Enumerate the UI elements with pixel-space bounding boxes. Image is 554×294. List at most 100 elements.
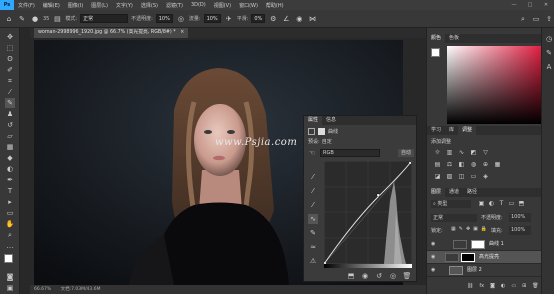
hand-icon[interactable]: ✋ — [5, 219, 15, 229]
opacity-input[interactable]: 10% — [155, 14, 173, 23]
exposure-icon[interactable]: ◩ — [469, 148, 478, 157]
lasso-icon[interactable]: ʘ — [5, 54, 15, 64]
tab-color[interactable]: 颜色 — [427, 34, 446, 43]
sample-gray-icon[interactable]: ⁄ — [308, 186, 318, 196]
symmetry-icon[interactable]: ⋈ — [307, 14, 317, 24]
pen-icon[interactable]: ✒ — [5, 175, 15, 185]
angle-icon[interactable]: ∠ — [281, 14, 291, 24]
menu-help[interactable]: 帮助(H) — [262, 2, 288, 9]
brush-preset-icon[interactable]: ● — [30, 14, 40, 24]
blend-mode-select[interactable]: 正常 — [431, 214, 477, 222]
fill-input[interactable]: 100% — [509, 226, 531, 235]
tab-channels[interactable]: 通道 — [445, 188, 463, 197]
kind-filter-select[interactable]: ⌕ 类型 — [431, 200, 471, 208]
stamp-icon[interactable]: ♟ — [5, 109, 15, 119]
color-picker-field[interactable] — [447, 46, 545, 124]
eraser-icon[interactable]: ▱ — [5, 131, 15, 141]
brush-settings-icon[interactable]: ▤ — [52, 14, 62, 24]
clip-to-layer-icon[interactable]: ⬒ — [346, 271, 356, 281]
layer-opacity-input[interactable]: 100% — [509, 213, 531, 222]
gradient-icon[interactable]: ▦ — [5, 142, 15, 152]
layer-mask-thumb[interactable] — [471, 240, 485, 249]
foreground-color-swatch[interactable] — [4, 254, 13, 263]
airbrush-icon[interactable]: ✈ — [224, 14, 234, 24]
brush-settings-panel-icon[interactable]: ✎ — [544, 48, 554, 58]
layer-name[interactable]: 高光提亮 — [479, 251, 499, 264]
menu-select[interactable]: 选择(S) — [137, 2, 162, 9]
tab-libraries[interactable]: 库 — [445, 126, 458, 135]
pencil-icon[interactable]: ✎ — [308, 228, 318, 238]
link-layers-icon[interactable]: ⛓ — [467, 283, 473, 289]
black-white-icon[interactable]: ◧ — [457, 160, 466, 169]
auto-button[interactable]: 自动 — [397, 148, 414, 157]
levels-icon[interactable]: ▥ — [445, 148, 454, 157]
tab-properties[interactable]: 属性 — [304, 116, 323, 125]
smooth-input[interactable]: 0% — [251, 14, 266, 23]
fg-color-chip[interactable] — [431, 48, 440, 57]
path-select-icon[interactable]: ▸ — [5, 197, 15, 207]
mask-icon[interactable] — [318, 128, 325, 135]
screen-mode-icon[interactable]: ▣ — [5, 283, 15, 293]
add-mask-icon[interactable]: ◙ — [490, 283, 495, 289]
tab-learn[interactable]: 学习 — [427, 126, 445, 135]
new-group-icon[interactable]: ▭ — [511, 283, 516, 289]
menu-edit[interactable]: 编辑(E) — [39, 2, 64, 9]
selective-color-icon[interactable]: ◈ — [481, 172, 490, 181]
threshold-icon[interactable]: ◫ — [457, 172, 466, 181]
channel-select[interactable]: RGB — [320, 148, 380, 157]
close-button[interactable]: ✕ — [538, 0, 554, 10]
menu-3d[interactable]: 3D(D) — [187, 2, 210, 8]
menu-layer[interactable]: 图层(L) — [87, 2, 112, 9]
blur-icon[interactable]: ◆ — [5, 153, 15, 163]
gear-icon[interactable]: ⚙ — [268, 14, 278, 24]
document-tab[interactable]: woman-2998996_1920.jpg @ 66.7% (高光提亮, RG… — [34, 28, 189, 38]
maximize-button[interactable]: □ — [522, 0, 538, 10]
tab-swatches[interactable]: 色板 — [445, 34, 463, 43]
marquee-icon[interactable]: ⬚ — [5, 43, 15, 53]
sample-black-icon[interactable]: ⁄ — [308, 172, 318, 182]
layer-name[interactable]: 曲线 1 — [489, 238, 504, 251]
curve-point[interactable] — [376, 193, 380, 197]
filter-adjust-icon[interactable]: ◐ — [487, 199, 496, 208]
filter-shape-icon[interactable]: ▭ — [507, 199, 516, 208]
close-tab-icon[interactable]: × — [180, 30, 184, 35]
lock-artboard-icon[interactable]: ▣ — [473, 226, 478, 232]
quick-select-icon[interactable]: ✐ — [5, 65, 15, 75]
lock-all-icon[interactable]: 🔒 — [481, 226, 487, 232]
workspace-icon[interactable]: ▭ — [531, 14, 541, 24]
tab-layers[interactable]: 图层 — [427, 188, 446, 197]
tab-adjustments[interactable]: 调整 — [458, 126, 477, 135]
brush-tool-icon[interactable]: ✎ — [17, 14, 27, 24]
reset-icon[interactable]: ↺ — [374, 271, 384, 281]
move-icon[interactable]: ✥ — [5, 32, 15, 42]
zoom-icon[interactable]: ⌕ — [5, 230, 15, 240]
pressure-size-icon[interactable]: ◉ — [294, 14, 304, 24]
dodge-icon[interactable]: ◐ — [5, 164, 15, 174]
history-brush-icon[interactable]: ↺ — [5, 120, 15, 130]
more-tools-icon[interactable]: … — [5, 241, 15, 251]
new-layer-icon[interactable]: ⊞ — [522, 283, 526, 289]
tab-info[interactable]: 信息 — [322, 116, 340, 125]
sample-white-icon[interactable]: ⁄ — [308, 200, 318, 210]
minimize-button[interactable]: — — [506, 0, 522, 10]
color-balance-icon[interactable]: ⚖ — [445, 160, 454, 169]
view-previous-icon[interactable]: ◉ — [360, 271, 370, 281]
invert-icon[interactable]: ◪ — [433, 172, 442, 181]
eye-icon[interactable]: ◉ — [431, 254, 437, 260]
menu-filter[interactable]: 滤镜(T) — [162, 2, 187, 9]
channel-mixer-icon[interactable]: ⊕ — [481, 160, 490, 169]
share-icon[interactable]: ⇪ — [544, 14, 554, 24]
preset-select[interactable]: 自定 — [322, 138, 332, 145]
zoom-readout[interactable]: 66.67% — [34, 287, 51, 292]
filter-type-icon[interactable]: T — [497, 199, 506, 208]
lock-transparent-icon[interactable]: ▦ — [451, 226, 456, 232]
shape-icon[interactable]: ▭ — [5, 208, 15, 218]
color-lookup-icon[interactable]: ▦ — [493, 160, 502, 169]
mode-select[interactable]: 正常 — [80, 14, 129, 23]
filter-pixel-icon[interactable]: ▣ — [477, 199, 486, 208]
quick-mask-icon[interactable]: ◙ — [5, 272, 15, 282]
menu-file[interactable]: 文件(F) — [14, 2, 39, 9]
type-icon[interactable]: T — [5, 186, 15, 196]
fx-icon[interactable]: fx — [479, 283, 484, 289]
layer-mask-thumb[interactable] — [461, 253, 475, 262]
